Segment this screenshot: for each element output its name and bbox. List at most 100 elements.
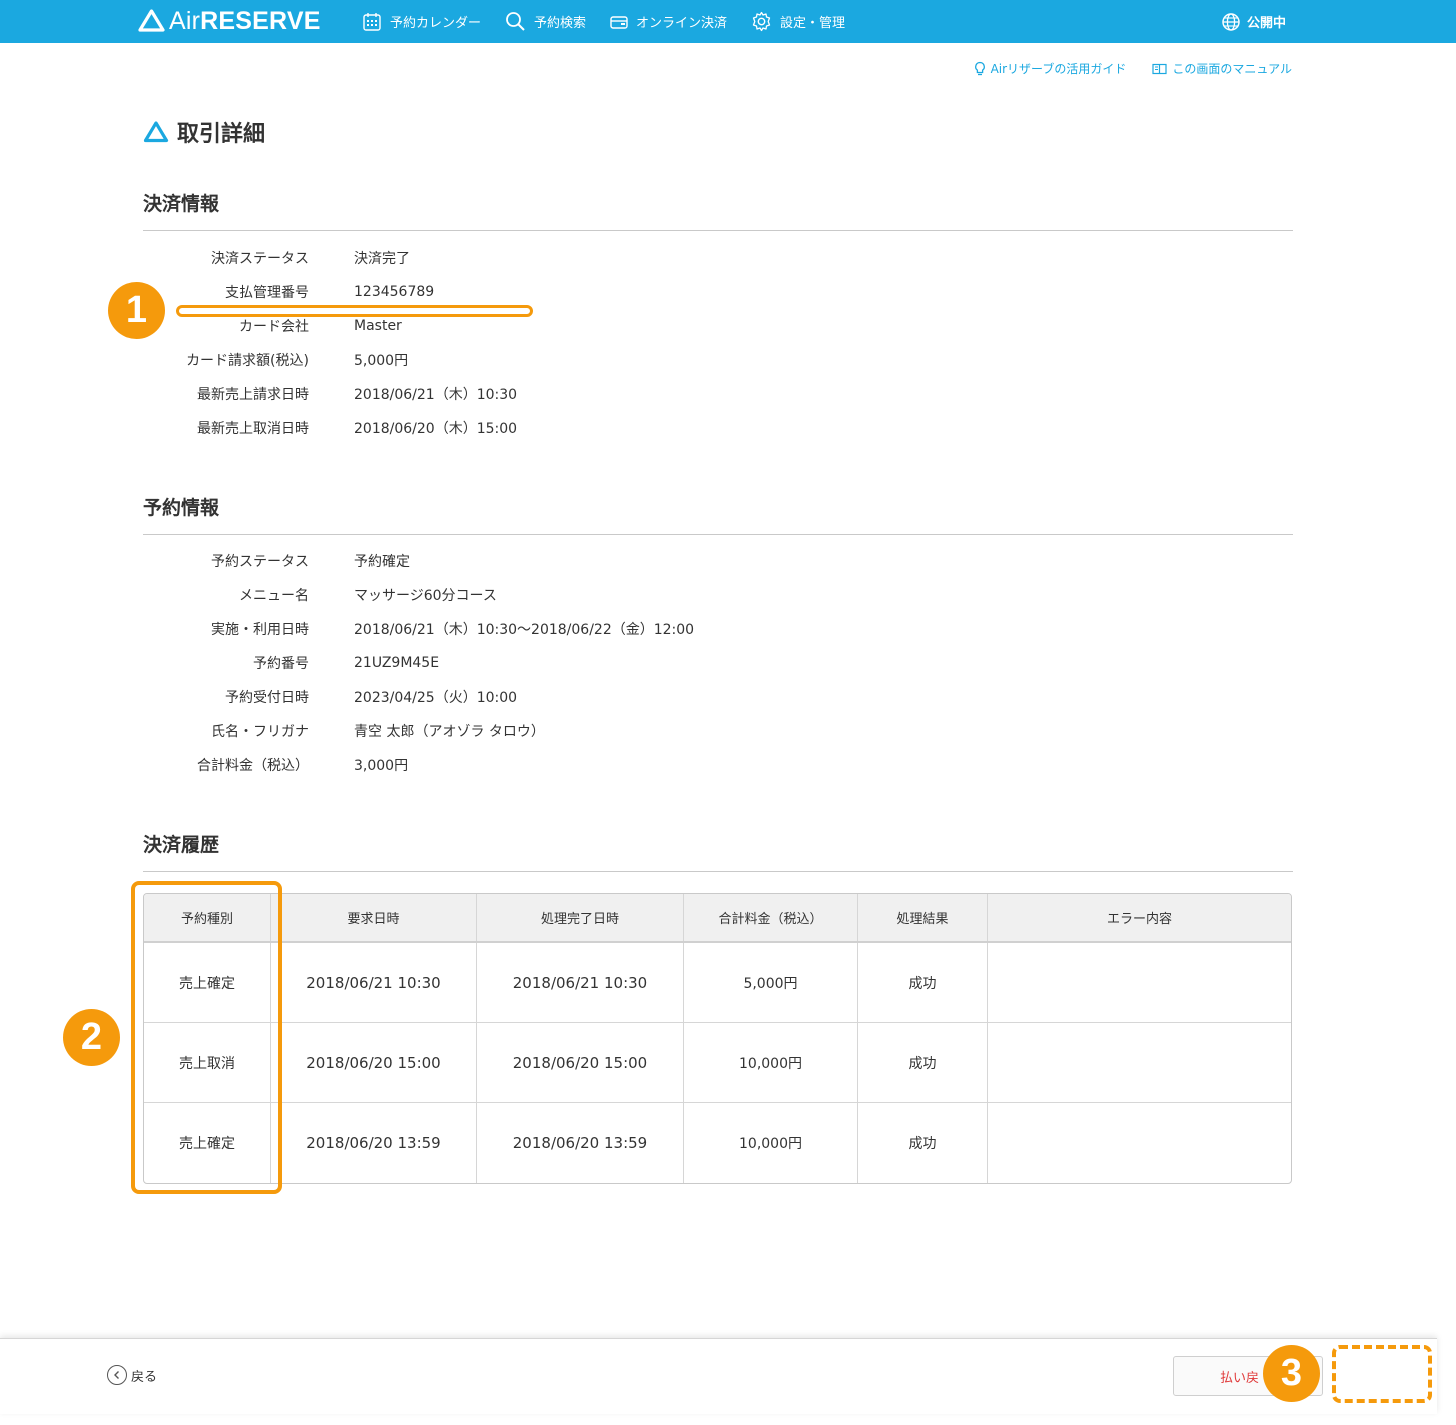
table-cell: 2018/06/20 15:00	[477, 1023, 684, 1102]
kv-value: 3,000円	[354, 758, 409, 774]
section-divider	[143, 534, 1293, 535]
payment-info-list: 決済ステータス 決済完了 支払管理番号 123456789 カード会社 Master …	[143, 241, 943, 445]
logo-triangle-icon	[138, 9, 165, 32]
payment-status-row: 決済ステータス 決済完了	[143, 241, 943, 275]
kv-value: 2018/06/21（木）10:30	[354, 387, 518, 403]
table-cell: 2018/06/21 10:30	[271, 943, 477, 1022]
column-header: 合計料金（税込）	[684, 894, 858, 941]
kv-value: 21UZ9M45E	[354, 655, 440, 671]
highlight-payment-id	[176, 305, 533, 317]
nav-reservation-search[interactable]: 予約検索	[505, 11, 586, 32]
usage-guide-label: Airリザーブの活用ガイド	[990, 62, 1127, 76]
column-header: 処理結果	[858, 894, 988, 941]
column-header: エラー内容	[1106, 912, 1172, 927]
payment-history-table: 予約種別 要求日時 処理完了日時 合計料金（税込） 処理結果 エラー内容 売上確…	[143, 893, 1292, 1184]
page-title-text: 取引詳細	[177, 122, 266, 147]
payment-id-row: 支払管理番号 123456789	[143, 275, 943, 309]
nav-label: 設定・管理	[780, 16, 846, 31]
manual-link[interactable]: この画面のマニュアル	[1152, 60, 1292, 77]
main-nav: 予約カレンダー 予約検索 オンライン決済 設定・管理	[362, 0, 869, 43]
back-button[interactable]: 戻る	[107, 1365, 157, 1385]
kv-value: 決済完了	[354, 251, 410, 267]
chevron-left-icon	[107, 1365, 127, 1385]
kv-value: 123456789	[354, 284, 435, 300]
nav-label: 予約カレンダー	[390, 16, 482, 31]
highlight-type-column	[131, 881, 282, 1194]
menu-name-row: メニュー名 マッサージ60分コース	[143, 578, 943, 612]
nav-settings[interactable]: 設定・管理	[751, 11, 845, 32]
airreserve-logo[interactable]: AirRESERVE	[138, 6, 321, 36]
nav-reservation-calendar[interactable]: 予約カレンダー	[362, 12, 481, 32]
kv-label: 予約受付日時	[225, 690, 309, 706]
kv-value: 2018/06/21（木）10:30〜2018/06/22（金）12:00	[354, 622, 695, 638]
kv-label: 最新売上請求日時	[197, 387, 309, 403]
reservation-number-row: 予約番号 21UZ9M45E	[143, 646, 943, 680]
table-row: 売上取消 2018/06/20 15:00 2018/06/20 15:00 1…	[144, 1023, 1291, 1103]
lightbulb-icon	[974, 61, 985, 75]
annotation-badge-3: 3	[1263, 1345, 1320, 1402]
kv-label: カード請求額(税込)	[186, 353, 309, 369]
book-icon	[1152, 63, 1167, 74]
kv-value: マッサージ60分コース	[354, 588, 497, 604]
table-cell: 10,000円	[684, 1023, 858, 1102]
reservation-received-row: 予約受付日時 2023/04/25（火）10:00	[143, 680, 943, 714]
section-divider	[143, 230, 1293, 231]
wallet-icon	[610, 15, 628, 29]
annotation-badge-2: 2	[63, 1009, 120, 1066]
section-divider	[143, 871, 1293, 872]
nav-label: オンライン決済	[636, 16, 728, 31]
usage-datetime-row: 実施・利用日時 2018/06/21（木）10:30〜2018/06/22（金）1…	[143, 612, 943, 646]
kv-label: 予約ステータス	[211, 554, 309, 570]
kv-value: 5,000円	[354, 353, 409, 369]
calendar-icon	[363, 12, 381, 31]
kv-label: 最新売上取消日時	[197, 421, 309, 437]
reservation-status-row: 予約ステータス 予約確定	[143, 544, 943, 578]
latest-charge-date-row: 最新売上請求日時 2018/06/21（木）10:30	[143, 377, 943, 411]
gear-icon	[752, 11, 771, 32]
page-title: 取引詳細	[143, 116, 265, 148]
table-header-row: 予約種別 要求日時 処理完了日時 合計料金（税込） 処理結果 エラー内容	[144, 894, 1291, 943]
table-cell: 成功	[858, 943, 988, 1022]
globe-icon	[1222, 12, 1240, 31]
help-links: Airリザーブの活用ガイド この画面のマニュアル	[948, 60, 1292, 77]
footer-bar: 戻る 払い戻	[0, 1338, 1437, 1414]
customer-name-row: 氏名・フリガナ 青空 太郎（アオゾラ タロウ）	[143, 714, 943, 748]
kv-label: 合計料金（税込）	[197, 758, 309, 774]
table-cell: 5,000円	[684, 943, 858, 1022]
reservation-info-title: 予約情報	[143, 497, 220, 519]
table-cell: 成功	[858, 1023, 988, 1102]
top-header: AirRESERVE 予約カレンダー 予約検索 オンライン決済 設定・管理 公開…	[0, 0, 1456, 43]
search-icon	[506, 12, 525, 31]
title-triangle-icon	[143, 121, 169, 143]
manual-label: この画面のマニュアル	[1172, 62, 1292, 76]
latest-cancel-date-row: 最新売上取消日時 2018/06/20（木）15:00	[143, 411, 943, 445]
nav-label: 予約検索	[534, 16, 587, 31]
public-status-label: 公開中	[1246, 16, 1286, 31]
kv-value: 予約確定	[354, 554, 410, 570]
payment-info-title: 決済情報	[143, 193, 220, 215]
kv-value: 2023/04/25（火）10:00	[354, 690, 518, 706]
table-cell: 2018/06/20 13:59	[477, 1103, 684, 1183]
table-row: 売上確定 2018/06/20 13:59 2018/06/20 13:59 1…	[144, 1103, 1291, 1183]
kv-label: カード会社	[239, 319, 309, 335]
public-status[interactable]: 公開中	[1221, 0, 1286, 43]
table-cell	[988, 1103, 1291, 1183]
table-cell	[988, 943, 1291, 1022]
column-header: 要求日時	[271, 894, 477, 941]
usage-guide-link[interactable]: Airリザーブの活用ガイド	[974, 60, 1127, 77]
table-cell	[988, 1023, 1291, 1102]
payment-history-title: 決済履歴	[143, 834, 220, 856]
back-label: 戻る	[131, 1369, 158, 1385]
column-header: 処理完了日時	[477, 894, 684, 941]
table-row: 売上確定 2018/06/21 10:30 2018/06/21 10:30 5…	[144, 943, 1291, 1023]
logo-text: AirRESERVE	[169, 6, 321, 35]
card-amount-row: カード請求額(税込) 5,000円	[143, 343, 943, 377]
nav-online-payment[interactable]: オンライン決済	[610, 12, 727, 31]
kv-value: 青空 太郎（アオゾラ タロウ）	[354, 724, 545, 740]
annotation-badge-1: 1	[108, 282, 165, 339]
kv-label: 支払管理番号	[225, 285, 309, 301]
kv-value: Master	[354, 318, 402, 334]
kv-label: 実施・利用日時	[211, 622, 309, 638]
table-cell: 2018/06/20 15:00	[271, 1023, 477, 1102]
reservation-info-list: 予約ステータス 予約確定 メニュー名 マッサージ60分コース 実施・利用日時 2018…	[143, 544, 943, 782]
